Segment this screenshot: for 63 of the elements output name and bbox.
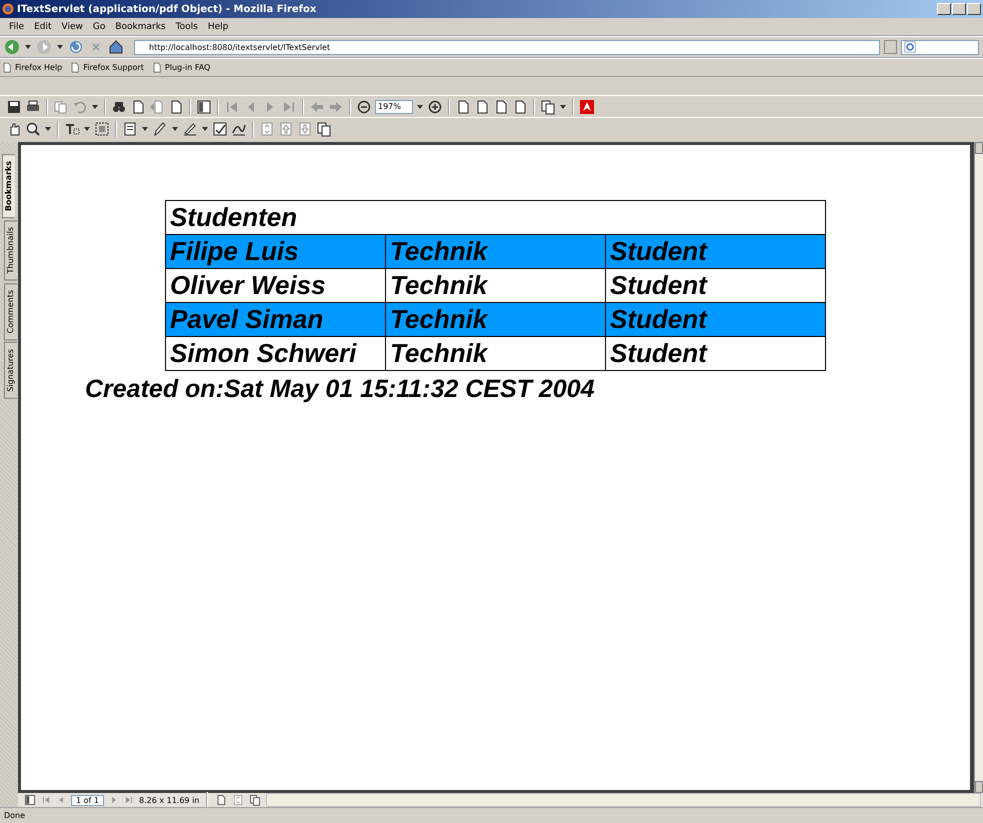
pages-icon[interactable] [316,120,332,136]
table-cell: Simon Schweri [166,336,386,370]
menu-item[interactable]: Edit [29,22,56,32]
table-cell: Student [606,302,826,336]
table-cell: Filipe Luis [166,234,386,268]
menu-item[interactable]: View [56,22,88,32]
bookmark-link[interactable]: Firefox Help [15,63,62,72]
page-icon[interactable] [2,62,13,74]
address-field[interactable]: http://localhost:8080/itextservlet/ITextServlet [134,40,880,54]
panel-icon[interactable] [196,98,212,114]
zoom-field[interactable]: 197% [375,100,413,114]
table-cell: Technik [386,336,606,370]
table-title: Studenten [166,200,826,234]
side-tab[interactable]: Comments [4,282,17,340]
page-arrows-icon[interactable] [259,120,275,136]
save-icon[interactable] [6,98,22,114]
minimize-button[interactable] [937,3,951,15]
menu-item[interactable]: Tools [170,22,203,32]
menu-item[interactable]: Go [88,22,110,32]
pages-icon[interactable] [540,98,556,114]
page-arrows-icon[interactable] [232,794,244,806]
footer-text: Created on:Sat May 01 15:11:32 CEST 2004 [85,375,596,404]
home-icon[interactable] [108,39,124,55]
pages-icon[interactable] [249,794,262,806]
snapshot-icon[interactable] [94,120,110,136]
reload-icon[interactable] [68,39,84,55]
table-cell: Student [606,336,826,370]
horizontal-scrollbar[interactable] [266,793,981,807]
side-tab[interactable]: Signatures [4,342,17,399]
spellcheck-icon[interactable] [212,120,228,136]
page-number-field[interactable]: 1 of 1 [71,794,104,806]
page-icon[interactable] [70,62,82,74]
table-cell: Technik [386,302,606,336]
close-button[interactable] [967,3,981,15]
page-icon[interactable] [152,62,163,74]
pencil-icon[interactable] [152,120,168,136]
vertical-scrollbar[interactable] [974,142,983,793]
window-title: ITextServlet (application/pdf Object) - Mozilla Firefox [17,4,318,14]
bookmark-link[interactable]: Firefox Support [83,63,144,72]
pen-icon[interactable] [182,120,198,136]
page-up-icon[interactable] [278,120,294,136]
globe-icon [2,3,14,15]
zoom-out-icon[interactable] [356,98,372,114]
maximize-button[interactable] [952,3,966,15]
zoom-icon[interactable] [25,120,41,136]
table-cell: Student [606,234,826,268]
zoom-in-icon[interactable] [427,98,443,114]
side-tab[interactable]: Thumbnails [4,220,17,281]
status-text: Done [4,811,26,820]
page-size-text: 8.26 x 11.69 in [138,796,200,804]
menu-item[interactable]: Bookmarks [110,22,171,32]
bookmark-link[interactable]: Plug-in FAQ [164,63,210,72]
note-icon[interactable] [122,120,138,136]
menu-item[interactable]: File [4,22,30,32]
panel-icon[interactable] [24,794,36,806]
menu-item[interactable]: Help [202,22,234,32]
adobe-logo-icon[interactable] [579,98,595,114]
table-cell: Technik [386,234,606,268]
search-field[interactable] [901,40,979,54]
side-tab[interactable]: Bookmarks [2,154,15,218]
copy-icon[interactable] [53,98,69,114]
table-cell: Pavel Siman [166,302,386,336]
search-icon[interactable] [904,41,916,53]
